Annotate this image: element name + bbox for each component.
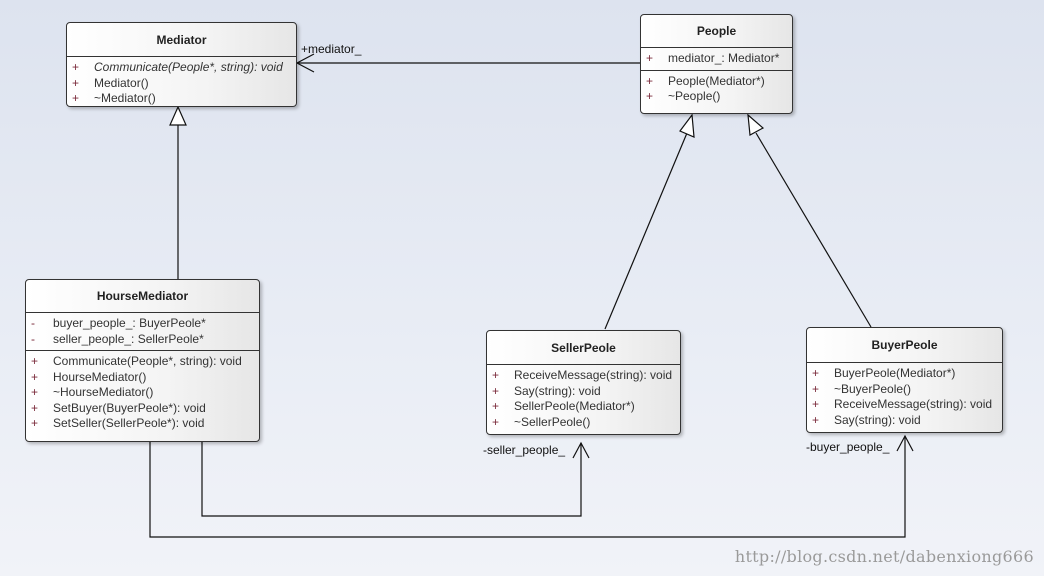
class-hourse-mediator[interactable]: HourseMediator - buyer_people_: BuyerPeol… xyxy=(25,279,260,442)
attributes-section: + mediator_: Mediator* xyxy=(641,48,792,70)
operation-row: + Mediator() xyxy=(67,76,296,92)
class-people[interactable]: People + mediator_: Mediator* + People(Med… xyxy=(640,14,793,114)
visibility-marker: + xyxy=(31,385,39,399)
generalization-buyer-people xyxy=(755,132,872,328)
member-signature: People(Mediator*) xyxy=(668,73,765,88)
class-name: Mediator xyxy=(67,23,296,57)
watermark: http://blog.csdn.net/dabenxiong666 xyxy=(734,547,1034,566)
visibility-marker: + xyxy=(31,354,39,368)
visibility-marker: + xyxy=(31,416,39,430)
visibility-marker: + xyxy=(492,399,500,413)
visibility-marker: - xyxy=(31,331,35,346)
member-signature: seller_people_: SellerPeole* xyxy=(53,331,204,346)
member-signature: buyer_people_: BuyerPeole* xyxy=(53,316,206,330)
operation-row: + Say(string): void xyxy=(487,384,680,400)
visibility-marker: + xyxy=(492,383,500,398)
class-name: People xyxy=(641,15,792,48)
member-signature: ~HourseMediator() xyxy=(53,385,154,399)
operation-row: + ~People() xyxy=(641,89,792,105)
visibility-marker: + xyxy=(646,73,654,88)
inheritance-triangle-people-left xyxy=(679,113,695,138)
attribute-row: + mediator_: Mediator* xyxy=(641,51,792,67)
visibility-marker: + xyxy=(646,89,654,103)
member-signature: ~Mediator() xyxy=(94,91,156,105)
role-label-buyer: -buyer_people_ xyxy=(806,440,890,454)
visibility-marker: - xyxy=(31,316,35,330)
operation-row: + ~Mediator() xyxy=(67,91,296,106)
member-signature: ReceiveMessage(string): void xyxy=(514,368,673,382)
operation-row: + SetSeller(SellerPeole*): void xyxy=(26,416,259,432)
operation-row: + ~BuyerPeole() xyxy=(807,382,1002,398)
operation-row: + SellerPeole(Mediator*) xyxy=(487,399,680,415)
operations-section: + Communicate(People*, string): void + Hour… xyxy=(26,350,259,435)
operation-row: + HourseMediator() xyxy=(26,370,259,386)
visibility-marker: + xyxy=(72,75,80,90)
class-name: SellerPeole xyxy=(487,331,680,365)
visibility-marker: + xyxy=(646,51,654,65)
operation-row: + SetBuyer(BuyerPeole*): void xyxy=(26,401,259,417)
class-name: HourseMediator xyxy=(26,280,259,313)
operations-section: + ReceiveMessage(string): void + Say(string… xyxy=(487,365,680,433)
visibility-marker: + xyxy=(31,369,39,384)
member-signature: Communicate(People*, string): void xyxy=(94,60,283,74)
visibility-marker: + xyxy=(31,400,39,415)
visibility-marker: + xyxy=(812,366,820,380)
operation-row: + ReceiveMessage(string): void xyxy=(807,397,1002,413)
operation-row: + ~SellerPeole() xyxy=(487,415,680,431)
class-seller-peole[interactable]: SellerPeole + ReceiveMessage(string): voi… xyxy=(486,330,681,435)
generalization-seller-people xyxy=(604,132,688,330)
member-signature: ~SellerPeole() xyxy=(514,414,591,429)
attribute-row: - buyer_people_: BuyerPeole* xyxy=(26,316,259,332)
attribute-row: - seller_people_: SellerPeole* xyxy=(26,332,259,348)
member-signature: ReceiveMessage(string): void xyxy=(834,397,993,411)
operations-section: + BuyerPeole(Mediator*) + ~BuyerPeole() + Rec… xyxy=(807,363,1002,431)
class-name: BuyerPeole xyxy=(807,328,1002,363)
role-label-mediator: +mediator_ xyxy=(301,42,362,56)
visibility-marker: + xyxy=(72,91,80,105)
operation-row: + People(Mediator*) xyxy=(641,74,792,90)
visibility-marker: + xyxy=(812,412,820,427)
attributes-section: - buyer_people_: BuyerPeole* - seller_peopl… xyxy=(26,313,259,350)
member-signature: ~People() xyxy=(668,89,721,103)
visibility-marker: + xyxy=(812,381,820,396)
member-signature: SetSeller(SellerPeole*): void xyxy=(53,416,205,430)
member-signature: SetBuyer(BuyerPeole*): void xyxy=(53,400,206,415)
operations-section: + People(Mediator*) + ~People() xyxy=(641,69,792,108)
member-signature: Say(string): void xyxy=(514,383,601,398)
inheritance-triangle-mediator xyxy=(169,105,187,126)
member-signature: SellerPeole(Mediator*) xyxy=(514,399,635,413)
visibility-marker: + xyxy=(812,397,820,411)
visibility-marker: + xyxy=(492,414,500,429)
operation-row: + Say(string): void xyxy=(807,413,1002,429)
class-mediator[interactable]: Mediator + Communicate(People*, string): … xyxy=(66,22,297,107)
operation-row: + ReceiveMessage(string): void xyxy=(487,368,680,384)
operation-row: + Communicate(People*, string): void xyxy=(67,60,296,76)
member-signature: Communicate(People*, string): void xyxy=(53,354,242,368)
visibility-marker: + xyxy=(492,368,500,382)
operation-row: + Communicate(People*, string): void xyxy=(26,354,259,370)
role-label-seller: -seller_people_ xyxy=(483,443,566,457)
operation-row: + ~HourseMediator() xyxy=(26,385,259,401)
inheritance-triangle-people-right xyxy=(747,113,765,136)
member-signature: HourseMediator() xyxy=(53,369,147,384)
member-signature: Mediator() xyxy=(94,75,149,90)
class-buyer-peole[interactable]: BuyerPeole + BuyerPeole(Mediator*) + ~Buyer… xyxy=(806,327,1003,433)
member-signature: mediator_: Mediator* xyxy=(668,51,780,65)
member-signature: BuyerPeole(Mediator*) xyxy=(834,366,956,380)
operations-section: + Communicate(People*, string): void + Medi… xyxy=(67,57,296,106)
operation-row: + BuyerPeole(Mediator*) xyxy=(807,366,1002,382)
member-signature: Say(string): void xyxy=(834,412,921,427)
member-signature: ~BuyerPeole() xyxy=(834,381,912,396)
visibility-marker: + xyxy=(72,60,80,74)
